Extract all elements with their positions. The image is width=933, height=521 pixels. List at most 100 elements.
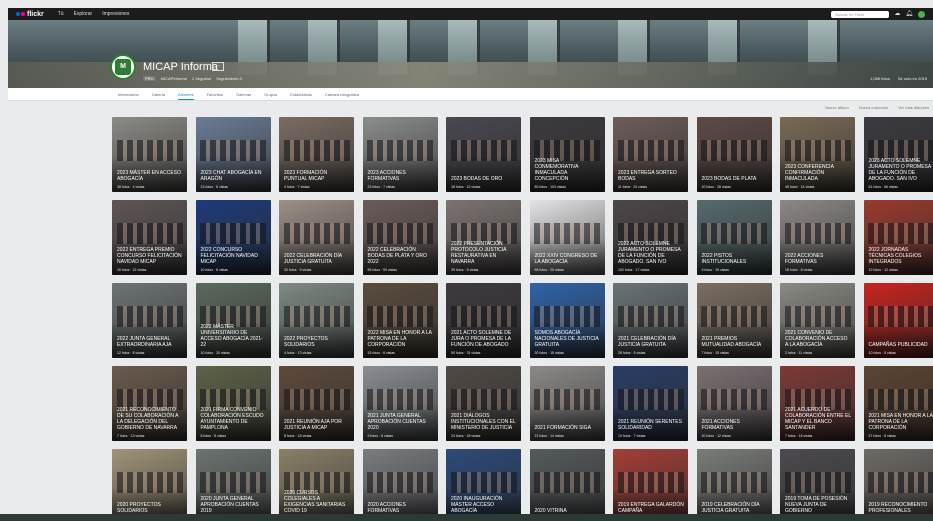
album-card[interactable]: 2022 PISTOS INSTITUCIONALES 3 fotos · 15 … — [696, 200, 772, 275]
album-card[interactable]: 2022 XXIV CONGRESO DE LA ABOGACÍA 58 foto… — [529, 200, 605, 275]
album-title: 2023 MÁSTER EN ACCESO ABOGACÍA — [117, 170, 181, 182]
album-title: SOMOS ABOGACÍA NACIONALES DE JUSTICIA GR… — [534, 330, 599, 348]
album-card[interactable]: SOMOS ABOGACÍA NACIONALES DE JUSTICIA GR… — [529, 283, 605, 358]
nav-explore[interactable]: Explorar — [74, 11, 93, 17]
album-card[interactable]: 2021 JUNTA GENERAL APROBACIÓN CUENTAS 20… — [362, 366, 438, 441]
album-title: 2023 ENTREGA SORTEO BODAS — [618, 170, 677, 182]
album-card[interactable]: 2020 CURSOS COLEGIALES A EXIGENCIAS SANI… — [279, 449, 354, 521]
tab-galleries[interactable]: Galerías — [236, 88, 251, 100]
album-card[interactable]: 2023 ACTO SOLEMNE JURAMENTO O PROMESA DE… — [863, 117, 933, 192]
nav-prints[interactable]: Impresiones — [102, 11, 129, 17]
album-meta: 80 fotos · 103 vistas — [534, 185, 566, 189]
flickr-logo[interactable]: flickr — [16, 11, 44, 18]
album-card[interactable]: 2022 PROYECTOS SOLIDARIOS 4 fotos · 13 vi… — [279, 283, 354, 358]
album-title: 2023 BODAS DE ORO — [451, 176, 503, 182]
tab-photostream[interactable]: Galería — [152, 88, 165, 100]
album-card[interactable]: 2021 ACUERDO DE COLABORACIÓN ENTRE EL MI… — [780, 366, 855, 441]
user-avatar[interactable] — [918, 10, 925, 18]
album-card[interactable]: 2022 ACTO SOLEMNE JURAMENTO O PROMESA DE… — [613, 200, 688, 275]
flickr-dots-icon — [16, 12, 25, 16]
album-card[interactable]: 2021 ACCIONES FORMATIVAS 20 fotos · 12 vi… — [696, 366, 772, 441]
nav-you[interactable]: Tú — [58, 11, 64, 17]
album-card[interactable]: 2022 ACCIONES FORMATIVAS 18 fotos · 8 vis… — [780, 200, 855, 275]
album-card[interactable]: 2023 ENTREGA SORTEO BODAS 11 fotos · 24 v… — [613, 117, 688, 192]
album-card[interactable]: 2022 PRESENTACIÓN PROTOCOLO JUSTICIA RES… — [446, 200, 521, 275]
album-card[interactable]: 2022 ENTREGA PREMIO CONCURSO FELICITACIÓ… — [112, 200, 187, 275]
album-card[interactable]: 2021 FIRMA CONVENIO COLABORACIÓN ESCUDO … — [195, 366, 271, 441]
album-card[interactable]: 2021 FORMACIÓN SIGA 21 fotos · 14 vistas — [529, 366, 605, 441]
album-title: 2019 TOMA DE POSESIÓN NUEVA JUNTA DE GOB… — [785, 496, 848, 514]
album-title: 2021 ACTO SOLEMNE DE JURA O PROMESA DE L… — [451, 330, 512, 348]
tab-camera-roll[interactable]: Cámara fotográfica — [325, 88, 359, 100]
album-card[interactable]: 2020 VITRINA7 fotos · 6 vistas — [529, 449, 605, 521]
album-card[interactable]: 2020 JUNTA GENERAL APROBACIÓN CUENTAS 20… — [195, 449, 271, 521]
album-card[interactable]: 2022 CELEBRACIÓN BODAS DE PLATA Y ORO 20… — [362, 200, 438, 275]
album-title: 2022 PISTOS INSTITUCIONALES — [701, 253, 747, 265]
album-card[interactable]: CAMPAÑAS PUBLICIDAD 10 fotos · 8 vistas — [863, 283, 933, 358]
album-title: CAMPAÑAS PUBLICIDAD — [868, 342, 928, 348]
album-card[interactable]: 2021 PREMIOS MUTUALIDAD ABOGACÍA 7 fotos … — [696, 283, 772, 358]
album-meta: 61 fotos · 66 vistas — [868, 185, 898, 189]
album-card[interactable]: 2021 REUNIÓN AJA POR JUSTICIA A MICAP 8 f… — [279, 366, 354, 441]
album-title: 2023 ACCIONES FORMATIVAS — [367, 170, 406, 182]
album-card[interactable]: 2020 PROYECTOS SOLIDARIOS5 fotos · 9 vis… — [112, 449, 187, 521]
album-title: 2021 MISA EN HONOR A LA PATRONA DE LA CO… — [868, 413, 933, 431]
album-card[interactable]: 2019 RECONOCIMIENTO PROFESIONALES14 foto… — [863, 449, 933, 521]
tab-stats[interactable]: Estadísticas — [290, 88, 312, 100]
album-meta: 7 fotos · 18 vistas — [785, 434, 813, 438]
album-card[interactable]: 2019 TOMA DE POSESIÓN NUEVA JUNTA DE GOB… — [780, 449, 855, 521]
album-card[interactable]: 2021 ACTO SOLEMNE DE JURA O PROMESA DE L… — [446, 283, 521, 358]
album-card[interactable]: 2023 ACCIONES FORMATIVAS 23 fotos · 7 vis… — [362, 117, 438, 192]
album-card[interactable]: 2023 BODAS DE ORO 18 fotos · 12 vistas — [446, 117, 521, 192]
taskbar — [0, 514, 933, 521]
tab-albums[interactable]: Álbumes — [178, 88, 194, 100]
followers-count[interactable]: 1 Seguidor — [192, 76, 211, 81]
album-title: 2019 CELEBRACIÓN DÍA JUSTICIA GRATUITA — [701, 502, 760, 514]
album-meta: 7 fotos · 15 vistas — [701, 351, 729, 355]
album-title: 2021 JUNTA GENERAL APROBACIÓN CUENTAS 20… — [367, 413, 426, 431]
upload-icon[interactable]: ☁ — [894, 11, 900, 18]
album-meta: 27 fotos · 8 vistas — [868, 434, 896, 438]
album-card[interactable]: 2021 CELEBRACIÓN DÍA JUSTICIA GRATUITA 28… — [613, 283, 688, 358]
album-card[interactable]: 2022 CONCURSO FELICITACIÓN NAVIDAD MICAP… — [195, 200, 271, 275]
album-card[interactable]: 2021 REUNIÓN SERENTES SOLIDARIDAD 10 foto… — [613, 366, 688, 441]
album-meta: 8 fotos · 8 vistas — [200, 434, 226, 438]
edit-profile-icon[interactable]: ··· — [212, 62, 224, 71]
album-card[interactable]: 2021 DIÁLOGOS INSTITUCIONALES CON EL MIN… — [446, 366, 521, 441]
album-meta: 20 fotos · 12 vistas — [701, 434, 731, 438]
new-album-button[interactable]: Nuevo álbum — [825, 105, 849, 110]
profile-avatar[interactable]: M — [110, 54, 136, 80]
album-card[interactable]: 2023 FORMACIÓN PUNTUAL MICAP 4 fotos · 7 … — [279, 117, 354, 192]
tab-faves[interactable]: Favoritos — [207, 88, 223, 100]
album-card[interactable]: 2020 ACCIONES FORMATIVAS16 fotos · 9 vis… — [362, 449, 438, 521]
album-card[interactable]: 2022 MÁSTER UNIVERSITARIO DE ACCESO ABOG… — [195, 283, 271, 358]
album-meta: 23 fotos · 7 vistas — [367, 185, 395, 189]
album-card[interactable]: 2023 CONFERENCIA CONFIRMACIÓN INMACULADA… — [780, 117, 855, 192]
album-card[interactable]: 2021 CONVENIO DE COLABORACIÓN Acceso a l… — [780, 283, 855, 358]
album-card[interactable]: 2020 INAUGURACIÓN MÁSTER ACCESO ABOGACÍA… — [446, 449, 521, 521]
album-card[interactable]: 2021 RECONOCIMIENTO DE SU COLABORACIÓN A… — [112, 366, 187, 441]
new-collection-button[interactable]: Nueva colección — [859, 105, 888, 110]
following-count[interactable]: Seguimiento 0 — [216, 76, 242, 81]
album-card[interactable]: 2022 JUNTA GENERAL EXTRAORDINARIA AJA 12 … — [112, 283, 187, 358]
album-card[interactable]: 2021 MISA EN HONOR A LA PATRONA DE LA CO… — [863, 366, 933, 441]
album-card[interactable]: 2023 CHAT Abogacía en Aragón 13 fotos · 6… — [195, 117, 271, 192]
album-title: 2019 RECONOCIMIENTO PROFESIONALES — [868, 502, 928, 514]
search-input[interactable]: Buscar en Flickr — [831, 10, 890, 18]
album-card[interactable]: 2019 ENTREGA GALARDÓN CAMPAÑA9 fotos · 1… — [613, 449, 688, 521]
notifications-icon[interactable]: 🔔︎ — [905, 11, 913, 18]
tab-groups[interactable]: Grupos — [264, 88, 277, 100]
album-meta: 10 fotos · 20 vistas — [200, 351, 230, 355]
album-title: 2022 PROYECTOS SOLIDARIOS — [284, 336, 328, 348]
album-card[interactable]: 2023 BODAS DE PLATA 20 fotos · 28 vistas — [696, 117, 772, 192]
album-card[interactable]: 2023 MISA CONMEMORATIVA INMACULADA CONCE… — [529, 117, 605, 192]
tab-about[interactable]: Información — [118, 88, 139, 100]
album-card[interactable]: 2019 CELEBRACIÓN DÍA JUSTICIA GRATUITA10… — [696, 449, 772, 521]
album-card[interactable]: 2022 CELEBRACIÓN DÍA JUSTICIA GRATUITA 30… — [279, 200, 354, 275]
more-albums-link[interactable]: Ver más álbumes — [898, 105, 929, 110]
album-title: 2020 JUNTA GENERAL APROBACIÓN CUENTAS 20… — [200, 496, 259, 514]
album-meta: 18 fotos · 12 vistas — [451, 185, 481, 189]
album-card[interactable]: 2022 JORNADAS TÉCNICAS COLEGIOS INTEGRAD… — [863, 200, 933, 275]
album-card[interactable]: 2023 MÁSTER EN ACCESO ABOGACÍA 38 fotos ·… — [112, 117, 187, 192]
album-card[interactable]: 2022 MISA EN HONOR A LA PATRONA DE LA CO… — [362, 283, 438, 358]
